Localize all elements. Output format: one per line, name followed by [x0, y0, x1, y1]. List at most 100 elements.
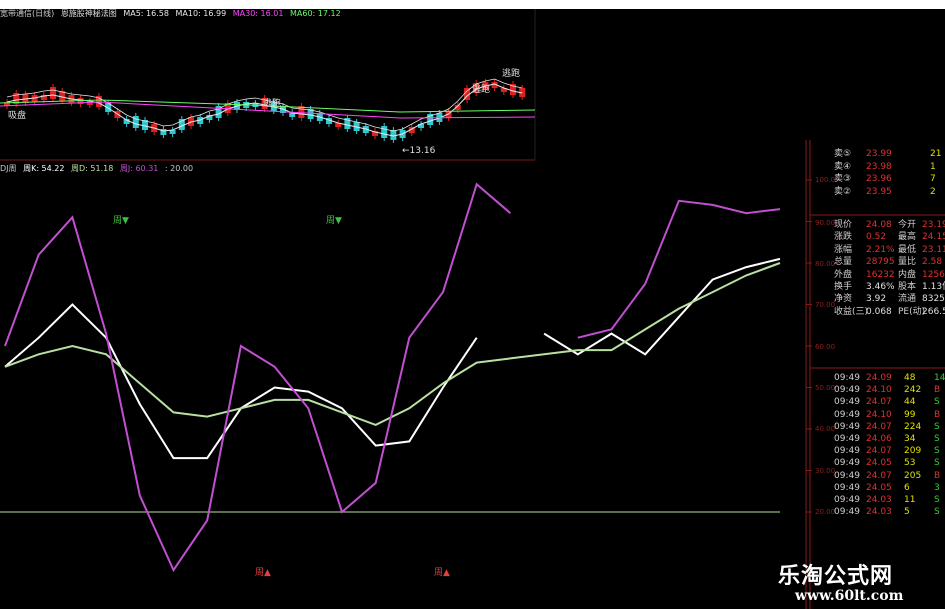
watermark-url: www.60lt.com [795, 588, 904, 604]
stat-value: 3.46% [866, 282, 895, 292]
series-line-k [543, 257, 781, 356]
quote-row: 收益(三) 0.068 PE(动) 266.5 [810, 306, 945, 318]
ask-label: 卖④ [834, 161, 852, 172]
tick-time: 09:49 [834, 385, 860, 396]
tick-price: 24.03 [866, 507, 892, 518]
stat-value: 3.92 [866, 294, 887, 305]
tick-side: S [934, 421, 940, 432]
stat-value: 2.58 [922, 257, 943, 268]
stat-label: 外盘 [834, 269, 853, 280]
indicator-lines [0, 182, 781, 573]
tick-side: S [934, 495, 940, 505]
candle-body [390, 130, 397, 140]
tick-side: S [934, 434, 940, 444]
tick-side: B [934, 409, 941, 420]
ask-price: 23.95 [866, 186, 892, 197]
series-line-d [4, 262, 781, 426]
ask-volume: 2 [930, 186, 936, 197]
quote-row: 净资 3.92 流通 8325万 [810, 293, 945, 305]
chart-frame [0, 9, 945, 609]
quote-row: 卖② 23.95 2 [810, 186, 945, 198]
ma30-label: MA30: 16.01 [232, 9, 284, 18]
tick-price: 24.09 [866, 373, 892, 383]
ma10-label: MA10: 16.99 [175, 9, 227, 18]
stat-label: 收益(三) [834, 306, 869, 317]
quote-row: 09:49 24.03 11 S [810, 494, 945, 506]
sell-signal: 周▼ [326, 216, 342, 226]
tick-volume: 6 [904, 482, 910, 493]
ask-label: 卖⑤ [834, 149, 852, 159]
absorb-label: 吸盘 [8, 111, 27, 121]
quote-row: 卖③ 23.96 7 [810, 173, 945, 185]
tick-price: 24.10 [866, 409, 892, 420]
tick-side: S [934, 446, 940, 457]
tick-volume: 5 [904, 507, 910, 518]
quote-row: 09:49 24.06 34 S [810, 433, 945, 445]
tick-time: 09:49 [834, 470, 860, 481]
stat-value: 2.21% [866, 244, 895, 255]
quote-row: 09:49 24.07 224 S [810, 421, 945, 433]
tick-volume: 205 [904, 470, 922, 481]
tick-price: 24.06 [866, 434, 892, 444]
stat-label: 总量 [834, 257, 853, 268]
tick-volume: 34 [904, 434, 916, 444]
stat-value: 0.068 [866, 306, 892, 317]
stock-title: 宽带通信(日线) [0, 9, 55, 18]
stat-label: 换手 [834, 282, 853, 292]
ask-label: 卖③ [834, 174, 852, 184]
quote-row: 09:49 24.09 48 14 [810, 372, 945, 384]
tick-side: 14 [934, 373, 945, 383]
buy-signal: 周▲ [255, 568, 271, 578]
ma60-label: MA60: 17.12 [290, 9, 341, 18]
tick-side: S [934, 458, 940, 469]
quote-row: 09:49 24.05 6 3 [810, 482, 945, 494]
tick-time: 09:49 [834, 446, 860, 457]
tick-volume: 209 [904, 446, 922, 457]
stat-label: 量比 [898, 257, 917, 268]
buy-signal: 周▲ [434, 568, 450, 578]
quote-row: 卖④ 23.98 1 [810, 161, 945, 173]
stat-value: 16232 [866, 269, 895, 280]
tick-price: 24.07 [866, 470, 892, 481]
stat-label: 现价 [834, 220, 853, 230]
price-panel-title: 宽带通信(日线) 恩施股神秘法图 MA5: 16.58 MA10: 16.99 … [0, 9, 345, 19]
tick-volume: 242 [904, 385, 922, 396]
tick-time: 09:49 [834, 373, 860, 383]
ask-volume: 1 [930, 161, 936, 172]
tick-price: 24.07 [866, 446, 892, 457]
tick-side: 3 [934, 482, 940, 493]
stat-label: 内盘 [898, 269, 917, 280]
stat-value: 23.19 [922, 220, 945, 230]
tick-time: 09:49 [834, 397, 860, 408]
stat-label: 涨幅 [834, 244, 853, 255]
quote-row: 涨跌 0.52 最高 24.15 [810, 231, 945, 243]
quote-row: 总量 28795 量比 2.58 [810, 256, 945, 268]
candle-body [50, 87, 56, 99]
d-value: 周D: 51.18 [71, 164, 114, 173]
quote-row: 09:49 24.10 242 B [810, 384, 945, 396]
stat-value: 28795 [866, 257, 895, 268]
tick-volume: 44 [904, 397, 916, 408]
stat-value: 266.5 [922, 306, 945, 317]
escape-label: 逃跑 [472, 85, 491, 95]
watermark-title: 乐淘公式网 [778, 564, 894, 589]
stat-label: 最低 [898, 244, 917, 255]
candlestick-area [0, 78, 536, 143]
ask-volume: 7 [930, 174, 936, 184]
escape-label: 逃跑 [263, 99, 282, 109]
quote-row: 09:49 24.05 53 S [810, 457, 945, 469]
quote-row: 09:49 24.07 205 B [810, 470, 945, 482]
stat-label: 净资 [834, 294, 853, 305]
ask-price: 23.99 [866, 149, 892, 159]
quote-row: 现价 24.08 今开 23.19 [810, 219, 945, 231]
tick-time: 09:49 [834, 409, 860, 420]
tick-time: 09:49 [834, 482, 860, 493]
tick-volume: 99 [904, 409, 916, 420]
quote-row: 09:49 24.07 44 S [810, 396, 945, 408]
tick-volume: 11 [904, 495, 916, 505]
j-value: 周J: 60.31 [119, 164, 159, 173]
tick-volume: 224 [904, 421, 922, 432]
stat-label: 流通 [898, 294, 917, 305]
tick-side: B [934, 470, 941, 481]
quote-row: 09:49 24.03 5 S [810, 506, 945, 518]
